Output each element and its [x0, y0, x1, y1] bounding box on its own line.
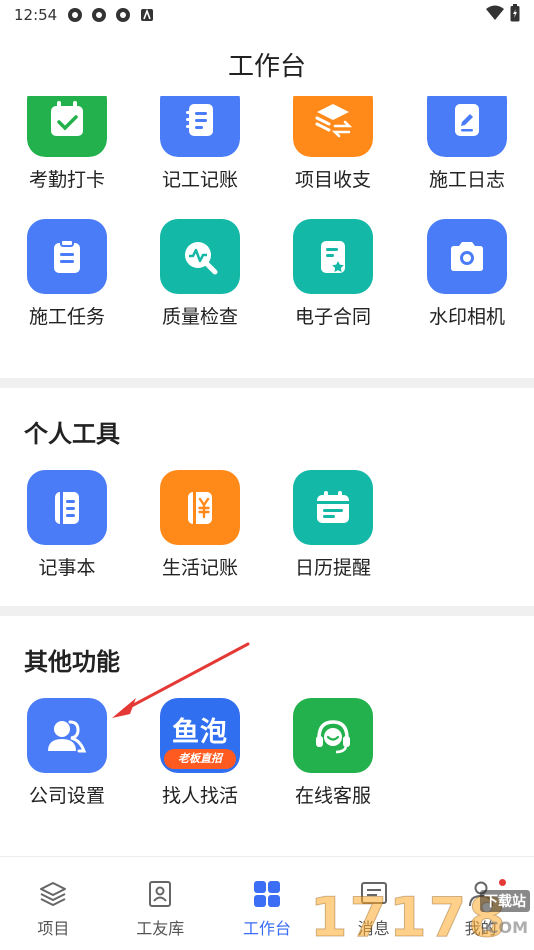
search-pulse-icon: [160, 219, 240, 294]
app-label: 在线客服: [294, 785, 371, 807]
notification-icon: [91, 7, 107, 23]
clipboard-icon: [27, 219, 107, 294]
tab-messages[interactable]: 消息: [320, 857, 427, 950]
message-icon: [359, 879, 389, 909]
notification-icon: [67, 7, 83, 23]
app-label: 找人找活: [161, 785, 238, 807]
tab-label: 消息: [357, 919, 390, 938]
app-label: 考勤打卡: [28, 169, 105, 191]
notebook-icon: [27, 470, 107, 545]
section-divider: [0, 378, 534, 388]
app-project-finance[interactable]: 项目收支: [273, 82, 393, 192]
notification-badge: [498, 879, 506, 886]
tab-label: 我的: [464, 919, 497, 938]
page-title: 工作台: [227, 52, 306, 82]
users-icon: [27, 698, 107, 773]
app-label: 日历提醒: [294, 557, 371, 579]
tab-workbench[interactable]: 工作台: [214, 857, 321, 950]
tab-worker-library[interactable]: 工友库: [107, 857, 214, 950]
app-calendar-reminder[interactable]: 日历提醒: [273, 470, 393, 580]
headset-icon: [293, 698, 373, 773]
tab-label: 工友库: [136, 919, 185, 938]
app-label: 施工任务: [28, 306, 105, 328]
calendar-check-icon: [27, 96, 107, 157]
tab-project[interactable]: 项目: [0, 857, 107, 950]
bottom-tab-bar: 项目 工友库 工作台 消息 我的: [0, 856, 534, 950]
app-label: 公司设置: [28, 785, 105, 807]
app-watermark-camera[interactable]: 水印相机: [407, 219, 527, 329]
app-label: 生活记账: [161, 557, 238, 579]
status-time: 12:54: [14, 6, 58, 24]
yuan-ledger-icon: [160, 470, 240, 545]
section-title-personal-tools: 个人工具: [24, 420, 120, 448]
app-notification-icon: [139, 7, 155, 23]
wifi-icon: [486, 5, 504, 25]
pencil-doc-icon: [427, 96, 507, 157]
status-bar: 12:54: [0, 0, 534, 30]
app-label: 记工记账: [161, 169, 238, 191]
user-icon: [466, 879, 496, 909]
annotation-arrow: [112, 642, 250, 718]
layers-icon: [38, 879, 68, 909]
app-online-service[interactable]: 在线客服: [273, 698, 393, 808]
app-label: 电子合同: [294, 306, 371, 328]
section-divider: [0, 606, 534, 616]
app-notebook[interactable]: 记事本: [7, 470, 127, 580]
calendar-icon: [293, 470, 373, 545]
app-label: 施工日志: [428, 169, 505, 191]
app-work-record[interactable]: 记工记账: [140, 82, 260, 192]
layers-exchange-icon: [293, 96, 373, 157]
app-life-ledger[interactable]: 生活记账: [140, 470, 260, 580]
app-construction-task[interactable]: 施工任务: [7, 219, 127, 329]
tab-mine[interactable]: 我的: [427, 857, 534, 950]
app-quality-check[interactable]: 质量检查: [140, 219, 260, 329]
notebook-list-icon: [160, 96, 240, 157]
app-attendance[interactable]: 考勤打卡: [7, 82, 127, 192]
app-label: 水印相机: [428, 306, 505, 328]
grid-icon: [252, 879, 282, 909]
app-label: 项目收支: [294, 169, 371, 191]
camera-icon: [427, 219, 507, 294]
app-e-contract[interactable]: 电子合同: [273, 219, 393, 329]
app-label: 记事本: [38, 557, 96, 579]
app-construction-log[interactable]: 施工日志: [407, 82, 527, 192]
tab-label: 工作台: [242, 919, 291, 938]
notification-icon: [115, 7, 131, 23]
contact-card-icon: [145, 879, 175, 909]
logo-subtext: 老板直招: [164, 749, 236, 769]
app-label: 质量检查: [161, 306, 238, 328]
tab-label: 项目: [37, 919, 70, 938]
battery-icon: [510, 4, 520, 26]
contract-star-icon: [293, 219, 373, 294]
